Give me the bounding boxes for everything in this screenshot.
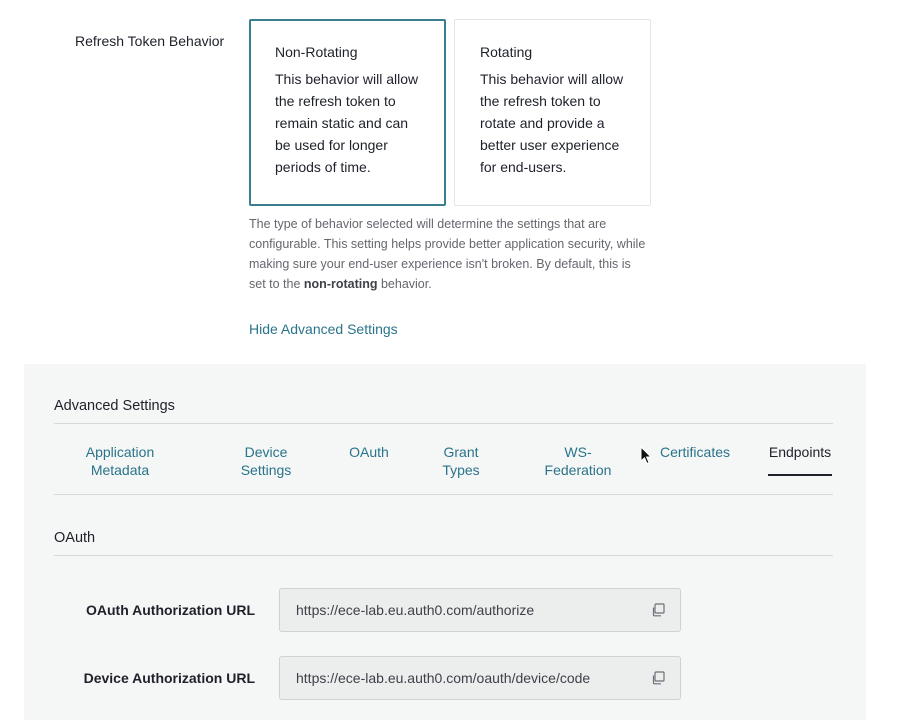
- hide-advanced-settings-link[interactable]: Hide Advanced Settings: [249, 321, 398, 337]
- refresh-token-behavior-label: Refresh Token Behavior: [75, 33, 225, 49]
- refresh-token-help-text: The type of behavior selected will deter…: [249, 217, 646, 291]
- tab-device-settings[interactable]: Device Settings: [230, 443, 302, 479]
- tab-oauth[interactable]: OAuth: [342, 443, 396, 461]
- help-bold-term: non-rotating: [303, 277, 378, 291]
- field-value: https://ece-lab.eu.auth0.com/oauth/devic…: [296, 670, 591, 686]
- tab-endpoints[interactable]: Endpoints: [768, 443, 832, 476]
- copy-icon[interactable]: [651, 671, 665, 685]
- card-description: This behavior will allow the refresh tok…: [275, 71, 419, 175]
- card-description: This behavior will allow the refresh tok…: [480, 71, 624, 175]
- divider: [54, 555, 833, 556]
- oauth-authorization-url-field[interactable]: https://ece-lab.eu.auth0.com/authorize: [279, 588, 681, 632]
- device-authorization-url-label: Device Authorization URL: [83, 670, 255, 686]
- advanced-settings-title: Advanced Settings: [54, 398, 175, 414]
- non-rotating-option-card[interactable]: Non-Rotating This behavior will allow th…: [249, 19, 446, 206]
- card-title: Non-Rotating: [275, 44, 358, 60]
- tab-certificates[interactable]: Certificates: [656, 443, 734, 461]
- field-value: https://ece-lab.eu.auth0.com/authorize: [296, 602, 535, 618]
- divider: [54, 423, 833, 424]
- tab-grant-types[interactable]: Grant Types: [434, 443, 488, 479]
- active-tab-indicator: [768, 474, 832, 476]
- oauth-authorization-url-label: OAuth Authorization URL: [85, 602, 255, 618]
- tab-application-metadata[interactable]: Application Metadata: [80, 443, 160, 479]
- card-title: Rotating: [480, 44, 533, 60]
- advanced-settings-panel: Advanced Settings Application Metadata De…: [24, 364, 866, 720]
- tab-ws-federation[interactable]: WS- Federation: [538, 443, 618, 479]
- device-authorization-url-field[interactable]: https://ece-lab.eu.auth0.com/oauth/devic…: [279, 656, 681, 700]
- application-settings-page: Refresh Token Behavior Non-Rotating This…: [0, 0, 898, 720]
- copy-icon[interactable]: [651, 603, 665, 617]
- oauth-section-title: OAuth: [54, 530, 96, 546]
- mouse-pointer-icon: [640, 446, 653, 465]
- rotating-option-card[interactable]: Rotating This behavior will allow the re…: [454, 19, 651, 206]
- divider: [54, 494, 833, 495]
